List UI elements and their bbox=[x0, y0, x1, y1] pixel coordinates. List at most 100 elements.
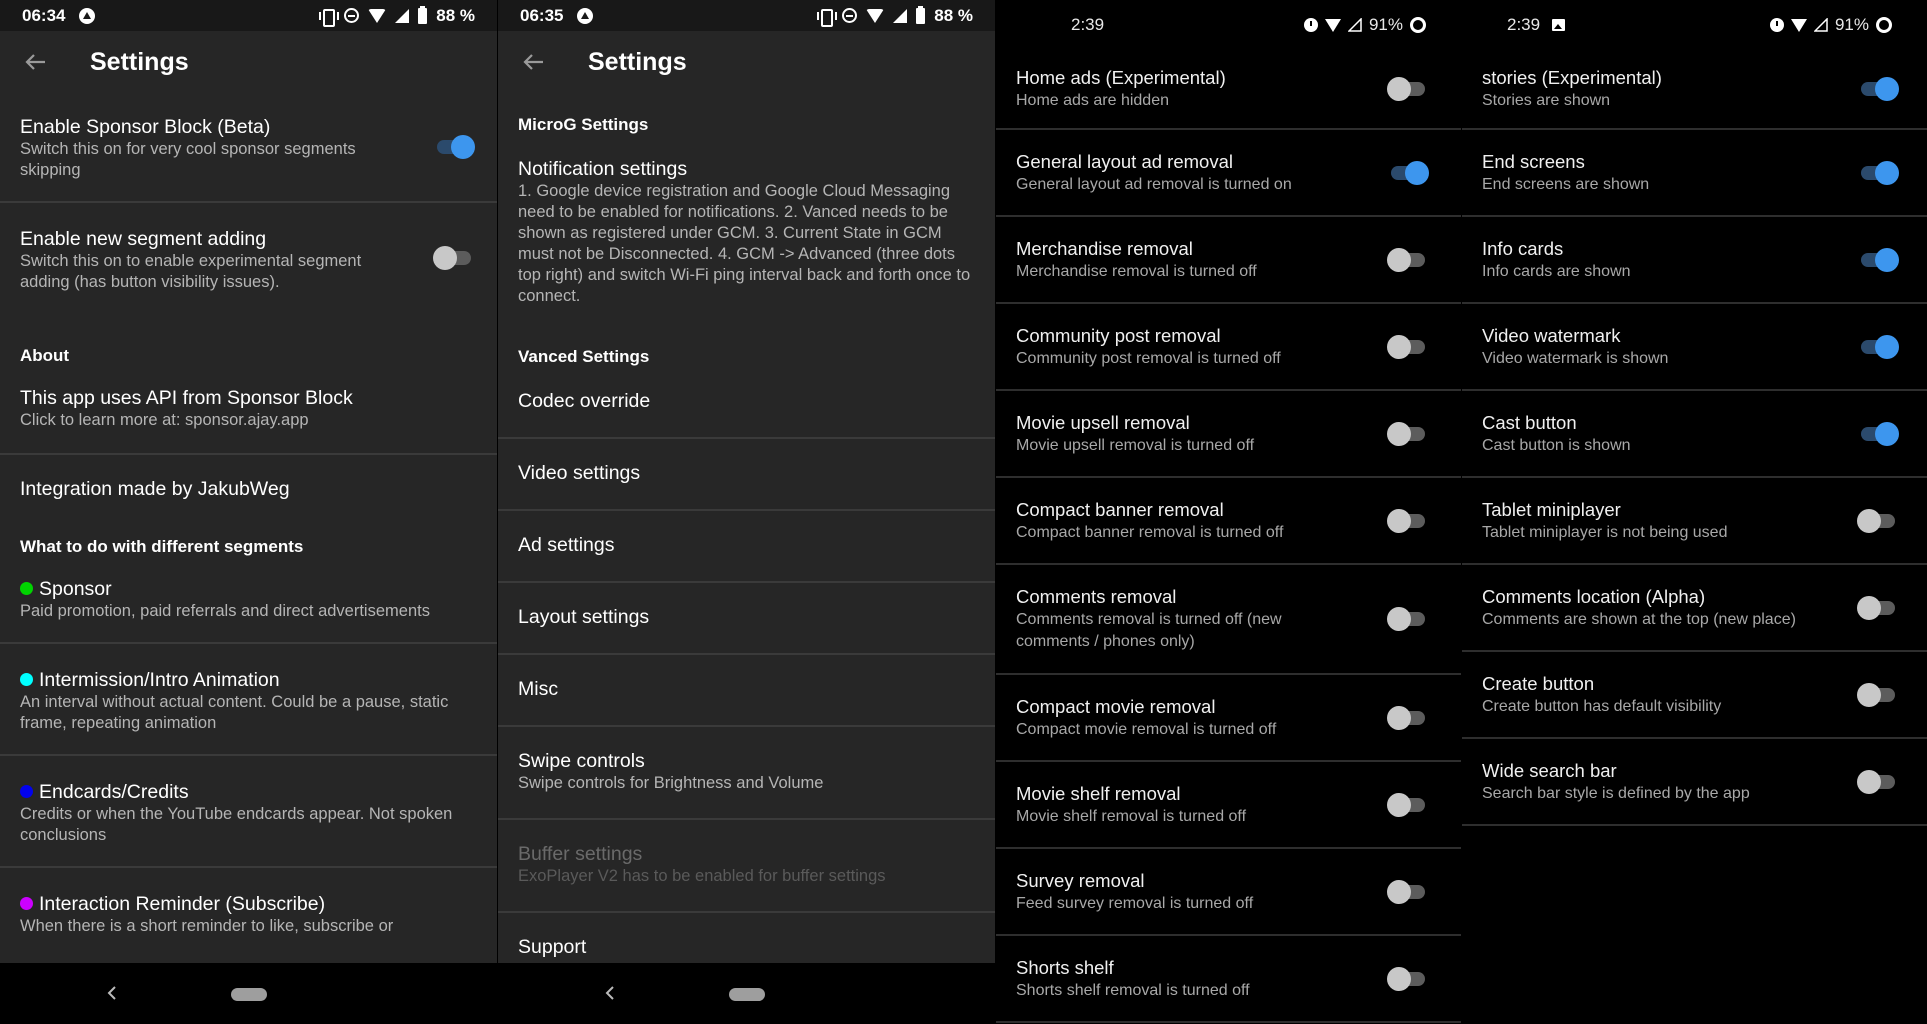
toggle-cast-button[interactable] bbox=[1857, 421, 1899, 447]
pref-title: Notification settings bbox=[518, 158, 688, 180]
nav-home-pill[interactable] bbox=[729, 988, 765, 1001]
layout-settings-screen: 2:39 91% stories (Experimental) Stories a… bbox=[1462, 0, 1927, 1024]
nav-home-pill[interactable] bbox=[231, 988, 267, 1001]
pref-compact-banner-removal[interactable]: Compact banner removal Compact banner rem… bbox=[996, 478, 1461, 563]
segment-title: Sponsor bbox=[39, 578, 112, 600]
pref-community-post-removal[interactable]: Community post removal Community post rem… bbox=[996, 304, 1461, 389]
segment-sponsor[interactable]: Sponsor Paid promotion, paid referrals a… bbox=[0, 557, 497, 642]
pref-summary: Feed survey removal is turned off bbox=[1016, 894, 1254, 912]
pref-misc[interactable]: Misc bbox=[498, 655, 995, 725]
toggle-tablet-miniplayer[interactable] bbox=[1857, 508, 1899, 534]
pref-codec-override[interactable]: Codec override bbox=[498, 367, 995, 437]
pref-general-layout-ad-removal[interactable]: General layout ad removal General layout … bbox=[996, 130, 1461, 215]
pref-stories-experimental[interactable]: stories (Experimental) Stories are shown bbox=[1462, 50, 1927, 128]
toggle-enable-sponsorblock[interactable] bbox=[433, 134, 475, 160]
alarm-icon bbox=[1303, 18, 1318, 32]
toggle-community-post-removal[interactable] bbox=[1387, 334, 1429, 360]
pref-layout-settings[interactable]: Layout settings bbox=[498, 583, 995, 653]
nav-back-icon[interactable] bbox=[602, 983, 618, 1003]
pref-enable-sponsorblock[interactable]: Enable Sponsor Block (Beta) Switch this … bbox=[0, 93, 497, 201]
pref-title: Community post removal bbox=[1016, 324, 1221, 346]
pref-wide-search-bar[interactable]: Wide search bar Search bar style is defin… bbox=[1462, 739, 1927, 824]
pref-summary: Merchandise removal is turned off bbox=[1016, 262, 1257, 280]
toggle-wide-search-bar[interactable] bbox=[1857, 769, 1899, 795]
pref-summary: General layout ad removal is turned on bbox=[1016, 175, 1292, 193]
pref-comments-location-alpha[interactable]: Comments location (Alpha) Comments are sh… bbox=[1462, 565, 1927, 650]
pref-swipe-controls[interactable]: Swipe controls Swipe controls for Bright… bbox=[498, 727, 995, 818]
toggle-compact-banner-removal[interactable] bbox=[1387, 508, 1429, 534]
settings-list[interactable]: Home ads (Experimental) Home ads are hidd… bbox=[996, 50, 1461, 1024]
pref-title: Tablet miniplayer bbox=[1482, 498, 1621, 520]
category-about: About bbox=[20, 346, 70, 365]
segment-endcards[interactable]: Endcards/Credits Credits or when the You… bbox=[0, 756, 497, 866]
toggle-comments-location-alpha[interactable] bbox=[1857, 595, 1899, 621]
pref-movie-shelf-removal[interactable]: Movie shelf removal Movie shelf removal i… bbox=[996, 762, 1461, 847]
pref-support[interactable]: Support bbox=[498, 913, 995, 959]
pref-comments-removal[interactable]: Comments removal Comments removal is turn… bbox=[996, 565, 1461, 673]
pref-shorts-shelf[interactable]: Shorts shelf Shorts shelf removal is turn… bbox=[996, 936, 1461, 1021]
segment-intermission[interactable]: Intermission/Intro Animation An interval… bbox=[0, 644, 497, 754]
toggle-movie-shelf-removal[interactable] bbox=[1387, 792, 1429, 818]
toggle-end-screens[interactable] bbox=[1857, 160, 1899, 186]
pref-title: Wide search bar bbox=[1482, 759, 1617, 781]
pref-title: Video watermark bbox=[1482, 324, 1621, 346]
pref-compact-movie-removal[interactable]: Compact movie removal Compact movie remov… bbox=[996, 675, 1461, 760]
pref-summary: Comments removal is turned off (new comm… bbox=[1016, 611, 1282, 650]
toggle-general-layout-ad-removal[interactable] bbox=[1387, 160, 1429, 186]
toggle-home-ads-experimental[interactable] bbox=[1387, 76, 1429, 102]
pref-summary: Community post removal is turned off bbox=[1016, 349, 1281, 367]
status-bar: 2:39 91% bbox=[1462, 0, 1927, 50]
pref-title: Swipe controls bbox=[518, 750, 645, 772]
toggle-new-segment-adding[interactable] bbox=[433, 245, 475, 271]
pref-ad-settings[interactable]: Ad settings bbox=[498, 511, 995, 581]
pref-title: Info cards bbox=[1482, 237, 1564, 259]
toggle-movie-upsell-removal[interactable] bbox=[1387, 421, 1429, 447]
pref-cast-button[interactable]: Cast button Cast button is shown bbox=[1462, 391, 1927, 476]
settings-list[interactable]: stories (Experimental) Stories are shown E… bbox=[1462, 50, 1927, 1024]
pref-notification-settings[interactable]: Notification settings 1. Google device r… bbox=[498, 135, 995, 347]
pref-merchandise-removal[interactable]: Merchandise removal Merchandise removal i… bbox=[996, 217, 1461, 302]
settings-list[interactable]: MicroG Settings Notification settings 1.… bbox=[498, 93, 995, 963]
toggle-info-cards[interactable] bbox=[1857, 247, 1899, 273]
toggle-compact-movie-removal[interactable] bbox=[1387, 705, 1429, 731]
battery-ring-icon bbox=[1876, 17, 1892, 33]
pref-integration-credit[interactable]: Integration made by JakubWeg bbox=[0, 455, 497, 523]
pref-new-segment-adding[interactable]: Enable new segment adding Switch this on… bbox=[0, 203, 497, 313]
segment-interaction-reminder[interactable]: Interaction Reminder (Subscribe) When th… bbox=[0, 868, 497, 937]
toggle-survey-removal[interactable] bbox=[1387, 879, 1429, 905]
back-button[interactable] bbox=[518, 47, 548, 77]
pref-tablet-miniplayer[interactable]: Tablet miniplayer Tablet miniplayer is no… bbox=[1462, 478, 1927, 563]
pref-survey-removal[interactable]: Survey removal Feed survey removal is tur… bbox=[996, 849, 1461, 934]
pref-home-ads-experimental[interactable]: Home ads (Experimental) Home ads are hidd… bbox=[996, 50, 1461, 128]
pref-title: Movie upsell removal bbox=[1016, 411, 1190, 433]
pref-movie-upsell-removal[interactable]: Movie upsell removal Movie upsell removal… bbox=[996, 391, 1461, 476]
segment-title: Interaction Reminder (Subscribe) bbox=[39, 893, 326, 915]
pref-end-screens[interactable]: End screens End screens are shown bbox=[1462, 130, 1927, 215]
toggle-create-button[interactable] bbox=[1857, 682, 1899, 708]
pref-video-settings[interactable]: Video settings bbox=[498, 439, 995, 509]
pref-create-button[interactable]: Create button Create button has default v… bbox=[1462, 652, 1927, 737]
status-time: 2:39 bbox=[1071, 15, 1105, 34]
pref-info-cards[interactable]: Info cards Info cards are shown bbox=[1462, 217, 1927, 302]
pref-title: Compact banner removal bbox=[1016, 498, 1224, 520]
pref-title: Buffer settings bbox=[518, 843, 643, 865]
pref-api-info[interactable]: This app uses API from Sponsor Block Cli… bbox=[0, 366, 497, 453]
battery-percent: 88 % bbox=[934, 5, 973, 25]
toggle-stories-experimental[interactable] bbox=[1857, 76, 1899, 102]
pref-video-watermark[interactable]: Video watermark Video watermark is shown bbox=[1462, 304, 1927, 389]
toggle-video-watermark[interactable] bbox=[1857, 334, 1899, 360]
pref-title: Ad settings bbox=[518, 534, 615, 556]
battery-percent: 88 % bbox=[436, 5, 475, 25]
segment-summary: When there is a short reminder to like, … bbox=[20, 917, 394, 935]
toggle-merchandise-removal[interactable] bbox=[1387, 247, 1429, 273]
pref-title: Enable new segment adding bbox=[20, 228, 267, 250]
pref-summary: 1. Google device registration and Google… bbox=[518, 182, 971, 305]
segment-color-dot bbox=[20, 897, 33, 910]
settings-list[interactable]: Enable Sponsor Block (Beta) Switch this … bbox=[0, 93, 497, 963]
wifi-icon bbox=[866, 8, 885, 23]
back-button[interactable] bbox=[20, 47, 50, 77]
pref-title: stories (Experimental) bbox=[1482, 67, 1662, 88]
toggle-shorts-shelf[interactable] bbox=[1387, 966, 1429, 992]
nav-back-icon[interactable] bbox=[104, 983, 120, 1003]
toggle-comments-removal[interactable] bbox=[1387, 606, 1429, 632]
